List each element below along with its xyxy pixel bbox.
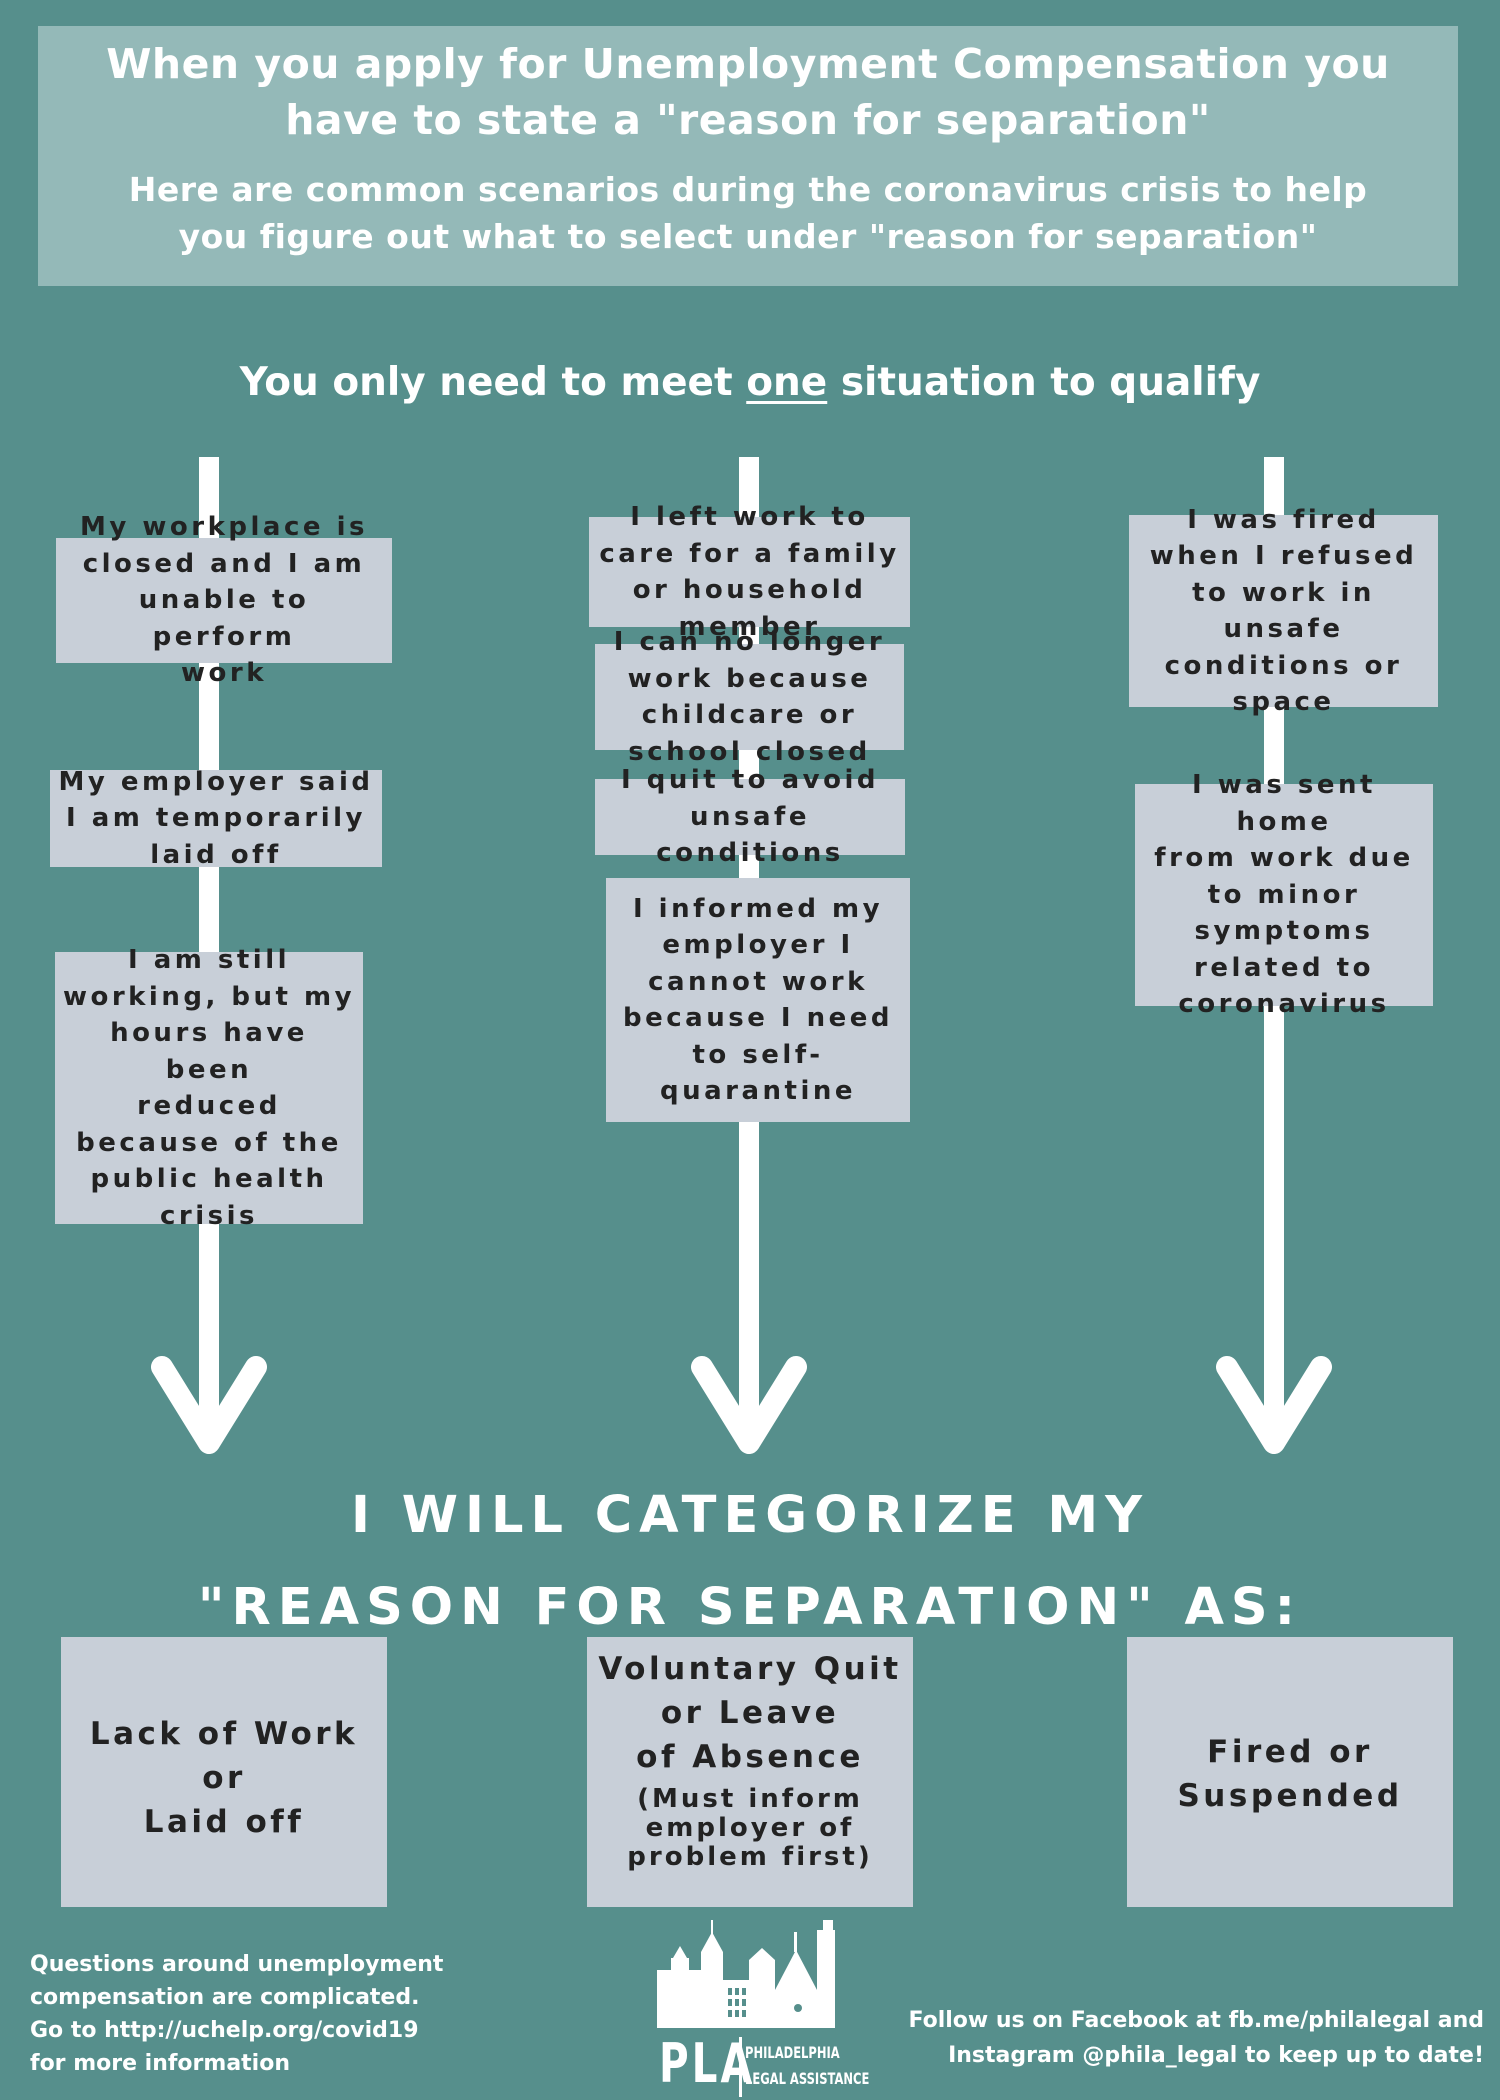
category-line: of Absence <box>636 1739 864 1775</box>
scenario-card: I quit to avoid unsafe conditions <box>595 765 905 868</box>
header-subtitle-line: you figure out what to select under "rea… <box>178 217 1318 256</box>
scenario-card: I was fired when I refused to work in un… <box>1129 505 1438 717</box>
header-title-line: When you apply for Unemployment Compensa… <box>106 40 1390 88</box>
scenario-line: working, but my <box>62 981 356 1012</box>
scenario-line: home <box>1236 806 1332 837</box>
scenario-line: My workplace is <box>80 512 368 543</box>
footer-line: Questions around unemployment <box>30 1952 444 1977</box>
scenario-card: My employer said I am temporarily laid o… <box>50 767 382 870</box>
scenario-line: conditions or <box>1164 650 1403 681</box>
qualify-statement: You only need to meet one situation to q… <box>0 360 1500 405</box>
scenario-line: to self- <box>692 1039 824 1070</box>
category-card-lack-of-work: Lack of Work or Laid off <box>61 1637 387 1907</box>
scenario-line: I informed my <box>632 893 884 924</box>
scenario-line: quarantine <box>659 1076 857 1106</box>
scenario-line: hours have been <box>110 1018 308 1085</box>
footer-social: Follow us on Facebook at fb.me/philalega… <box>784 2003 1484 2073</box>
qualify-text: You only need to meet <box>239 360 747 405</box>
logo-divider <box>739 2037 742 2097</box>
scenario-line: work <box>181 658 267 689</box>
scenario-line: care for a family <box>599 538 900 569</box>
scenario-line: because I need <box>623 1003 893 1033</box>
scenario-line: crisis <box>159 1200 258 1231</box>
scenario-line: work because <box>627 663 872 694</box>
scenario-line: I left work to <box>630 502 869 532</box>
arrow-down-icon <box>1216 1356 1332 1454</box>
scenario-line: to work in <box>1192 577 1375 608</box>
category-line: Voluntary Quit <box>598 1651 902 1687</box>
scenario-line: I am temporarily <box>65 803 366 834</box>
header-banner: When you apply for Unemployment Compensa… <box>38 26 1458 286</box>
header-title: When you apply for Unemployment Compensa… <box>38 36 1458 148</box>
category-line: or <box>202 1760 246 1796</box>
scenario-line: public health <box>90 1164 328 1194</box>
category-card-fired: Fired or Suspended <box>1127 1637 1453 1907</box>
footer-line: compensation are complicated. <box>30 1985 420 2010</box>
category-card-voluntary-quit: Voluntary Quit or Leave of Absence (Must… <box>587 1637 913 1907</box>
footer-social-line[interactable]: Instagram @phila_legal to keep up to dat… <box>784 2038 1484 2073</box>
scenario-line: employer I <box>662 930 854 960</box>
scenario-card: I was sent home from work due to minor s… <box>1135 770 1433 1019</box>
scenario-line: cannot work <box>648 966 868 997</box>
footer-info: Questions around unemployment compensati… <box>30 1948 470 2080</box>
scenario-line: childcare or <box>641 700 858 730</box>
qualify-text: situation to qualify <box>827 360 1261 405</box>
category-line: Laid off <box>143 1804 305 1840</box>
scenario-line: conditions <box>656 838 844 869</box>
scenario-line: from work due <box>1154 843 1414 874</box>
scenario-line: to minor <box>1207 879 1361 910</box>
category-note-line: (Must inform <box>637 1784 863 1814</box>
category-line: Suspended <box>1177 1778 1403 1814</box>
category-line: Fired or <box>1207 1734 1373 1770</box>
scenario-line: I was sent <box>1192 770 1376 801</box>
category-note-line: employer of <box>645 1813 855 1843</box>
header-subtitle-line: Here are common scenarios during the cor… <box>128 170 1368 209</box>
header-title-line: have to state a "reason for separation" <box>285 96 1211 144</box>
scenario-line: because of the <box>76 1127 342 1158</box>
scenario-line: unsafe <box>690 801 810 832</box>
arrow-down-icon <box>151 1356 267 1454</box>
scenario-line: related to <box>1194 952 1374 983</box>
arrow-down-icon <box>691 1356 807 1454</box>
footer-link-line[interactable]: Go to http://uchelp.org/covid19 <box>30 2014 470 2047</box>
footer-social-line[interactable]: Follow us on Facebook at fb.me/philalega… <box>784 2003 1484 2038</box>
scenario-line: or household <box>632 575 867 605</box>
scenario-line: I can no longer <box>613 627 886 657</box>
category-line: Lack of Work <box>89 1716 359 1752</box>
scenario-line: I was fired <box>1187 504 1380 535</box>
scenario-line: reduced <box>137 1091 281 1121</box>
scenario-line: when I refused <box>1149 541 1418 571</box>
scenario-card: I informed my employer I cannot work bec… <box>606 878 910 1122</box>
scenario-line: I am still <box>127 945 291 975</box>
scenario-line: laid off <box>150 839 282 870</box>
category-line: or Leave <box>660 1695 840 1731</box>
header-subtitle: Here are common scenarios during the cor… <box>38 166 1458 260</box>
scenario-line: My employer said <box>58 766 374 797</box>
qualify-emphasis: one <box>746 360 828 405</box>
categorize-line: I WILL CATEGORIZE MY <box>351 1486 1149 1545</box>
scenario-card: I can no longer work because childcare o… <box>595 627 904 767</box>
scenario-line: space <box>1232 687 1335 717</box>
scenario-line: symptoms <box>1194 916 1374 947</box>
categorize-heading: I WILL CATEGORIZE MY "REASON FOR SEPARAT… <box>0 1470 1500 1654</box>
scenario-card: I left work to care for a family or hous… <box>589 502 910 642</box>
scenario-card: My workplace is closed and I am unable t… <box>56 512 392 688</box>
scenario-line: coronavirus <box>1178 989 1390 1020</box>
scenario-line: unable to perform <box>138 585 310 652</box>
category-note-line: problem first) <box>627 1842 873 1872</box>
scenario-line: unsafe <box>1223 614 1344 644</box>
scenario-card: I am still working, but my hours have be… <box>55 945 363 1231</box>
scenario-line: I quit to avoid <box>621 765 879 796</box>
footer-line: for more information <box>30 2051 291 2076</box>
scenario-line: closed and I am <box>82 548 366 579</box>
